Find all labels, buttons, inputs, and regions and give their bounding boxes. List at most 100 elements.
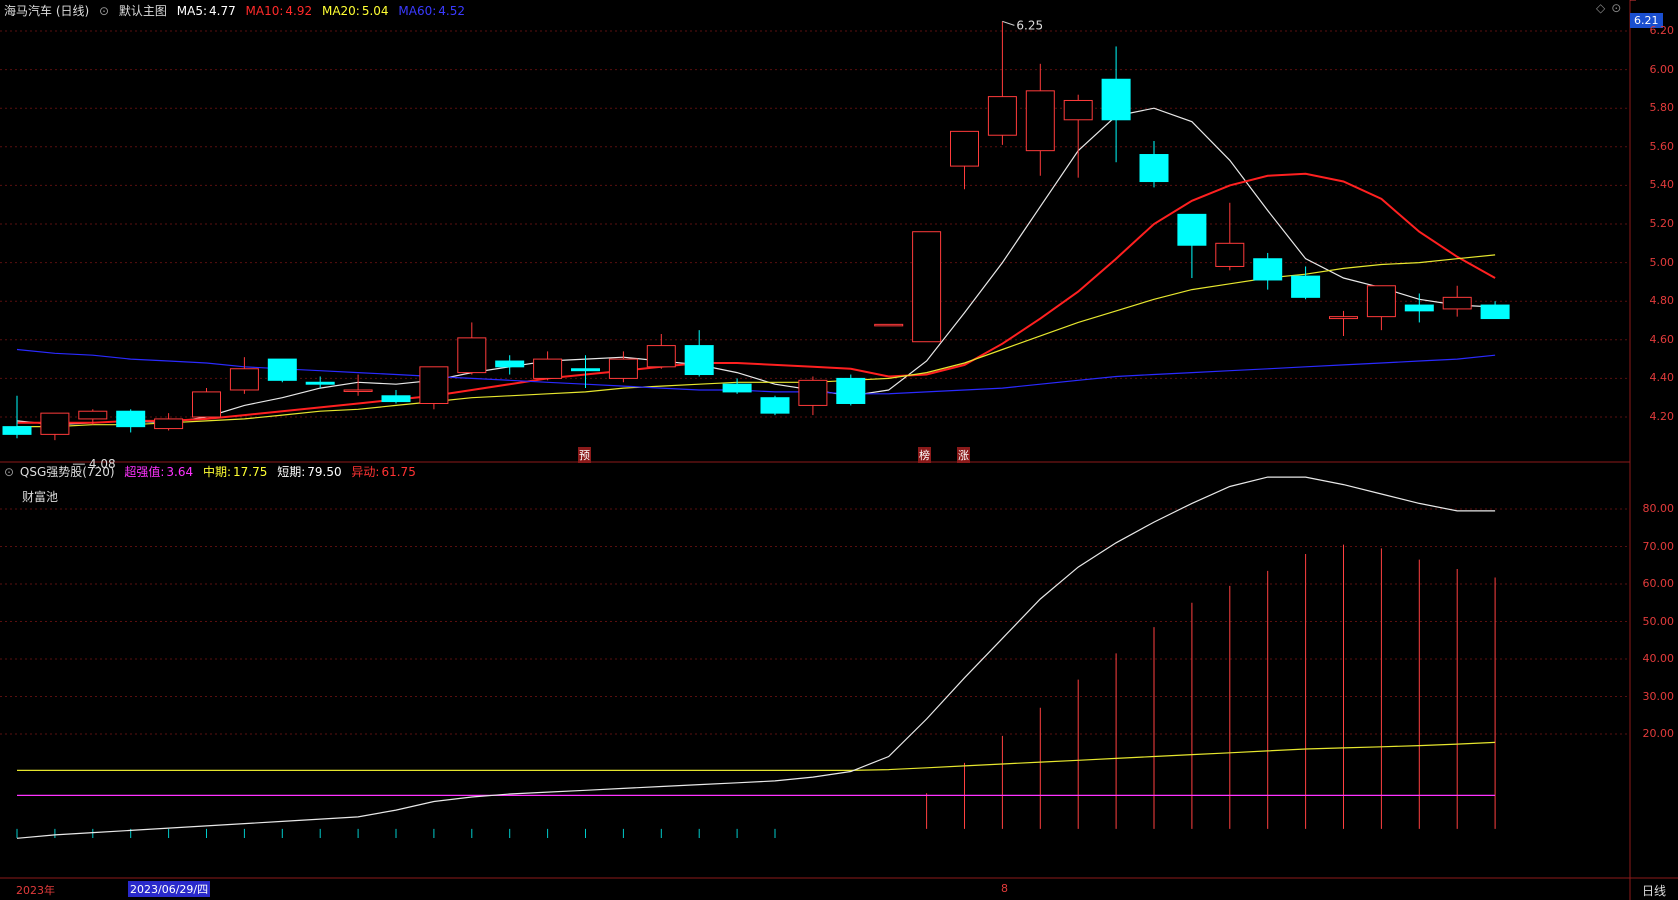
main-header: 海马汽车 (日线) ⊙ 默认主图 MA5: 4.77 MA10: 4.92 MA20… — [4, 2, 471, 19]
candle[interactable] — [229, 357, 259, 394]
candle-body — [1366, 285, 1396, 318]
abnormal-label: 异动: — [351, 465, 380, 479]
candle[interactable] — [1177, 213, 1207, 279]
price-tick: 4.20 — [1649, 410, 1675, 423]
indicator-line-1 — [17, 741, 1496, 772]
price-tick: 4.40 — [1649, 371, 1675, 385]
candle[interactable] — [1480, 301, 1510, 320]
indicator-tick: 40.00 — [1642, 652, 1675, 665]
candle[interactable] — [1329, 310, 1358, 336]
candle[interactable] — [836, 374, 866, 406]
candle-body — [987, 96, 1017, 136]
candle[interactable] — [1253, 252, 1283, 290]
ma60-label: MA60: — [398, 4, 437, 18]
ma20-line — [17, 254, 1496, 428]
price-grid — [0, 0, 1636, 418]
candle-body — [343, 389, 373, 392]
candle[interactable] — [912, 231, 942, 343]
indicator-menu-icon[interactable]: ⊙ — [4, 465, 14, 479]
candle[interactable] — [1442, 285, 1472, 317]
abnormal-bars — [16, 544, 1496, 838]
candle[interactable] — [457, 322, 487, 375]
candle[interactable] — [798, 376, 828, 416]
chart-menu-icon[interactable]: ⊙ — [99, 4, 109, 18]
candle[interactable] — [722, 378, 752, 394]
chart-menu-button[interactable]: 默认主图 — [119, 4, 167, 18]
candle[interactable] — [192, 388, 221, 418]
candle[interactable] — [381, 389, 411, 404]
indicator-name[interactable]: QSG强势股(720) — [20, 465, 115, 479]
candle-body — [1253, 258, 1283, 281]
short-term-label: 短期: — [277, 465, 306, 479]
candle-body — [722, 383, 752, 393]
price-tick: 6.20 — [1649, 24, 1675, 37]
ma5-value: 4.77 — [209, 4, 236, 18]
indicator-tick: 80.00 — [1642, 502, 1675, 515]
ma10-value: 4.92 — [285, 4, 313, 18]
super-strong-value: 3.64 — [166, 465, 194, 479]
candle[interactable] — [419, 366, 449, 410]
candle[interactable] — [40, 412, 70, 441]
price-tick: 6.00 — [1649, 62, 1675, 76]
candle-body — [40, 412, 70, 435]
candle[interactable] — [1101, 46, 1131, 163]
candle[interactable] — [950, 130, 979, 190]
price-tick: 5.40 — [1649, 178, 1675, 192]
candle-body — [154, 418, 184, 430]
price-tick: 4.80 — [1649, 294, 1675, 308]
candle[interactable] — [608, 351, 638, 383]
marker-ranking[interactable]: 榜 — [918, 447, 931, 463]
high-price-label: 6.25 — [1016, 18, 1043, 32]
ma20-value: 5.04 — [361, 4, 389, 18]
candle[interactable] — [116, 409, 146, 433]
candle[interactable] — [684, 330, 714, 377]
candle[interactable] — [533, 351, 563, 381]
chart-toolbar: ◇ ⊙ — [1596, 1, 1627, 15]
candle-body — [457, 337, 487, 374]
settings-icon[interactable]: ⊙ — [1611, 1, 1621, 15]
candle[interactable] — [760, 395, 790, 416]
candle[interactable] — [343, 374, 373, 396]
stock-name[interactable]: 海马汽车 (日线) — [4, 4, 89, 18]
candle-body — [1063, 99, 1093, 121]
high-pointer — [1002, 20, 1015, 26]
candle-body — [1480, 304, 1510, 320]
candle[interactable] — [1404, 293, 1434, 323]
month-label: 8 — [1001, 882, 1008, 895]
candle[interactable] — [1291, 266, 1321, 300]
period-button[interactable]: 日线 — [1642, 882, 1666, 899]
candle-body — [1177, 213, 1207, 246]
candle-body — [912, 231, 942, 343]
candle-body — [798, 379, 828, 406]
marker-forecast[interactable]: 预 — [578, 447, 591, 463]
candle[interactable] — [154, 413, 184, 431]
candle[interactable] — [1215, 202, 1245, 271]
candle-body — [571, 368, 600, 372]
candle-body — [836, 377, 866, 404]
marker-rise[interactable]: 涨 — [957, 447, 970, 463]
selected-date-label: 2023/06/29/四 — [128, 881, 211, 897]
candle[interactable] — [495, 355, 525, 375]
candle[interactable] — [646, 334, 676, 369]
price-tick: 5.20 — [1649, 217, 1675, 230]
indicator-tick: 60.00 — [1642, 577, 1675, 590]
candle-body — [229, 368, 259, 391]
candle-body — [950, 130, 979, 167]
chart-window[interactable]: 6.25 4.08 海马汽车 (日线) ⊙ 默认主图 MA5: 4.77 MA10:… — [0, 0, 1678, 900]
diamond-icon[interactable]: ◇ — [1596, 1, 1605, 15]
candle[interactable] — [874, 323, 904, 327]
price-tick: 5.00 — [1649, 255, 1675, 269]
candle[interactable] — [267, 358, 297, 383]
candle[interactable] — [1366, 285, 1396, 331]
year-label: 2023年 — [16, 884, 55, 897]
ma10-label: MA10: — [245, 4, 284, 18]
ma20-label: MA20: — [321, 4, 360, 18]
candle-body — [305, 381, 335, 385]
candle[interactable] — [1025, 63, 1055, 176]
candle[interactable] — [987, 21, 1017, 145]
mid-term-value: 17.75 — [233, 465, 268, 479]
candlestick-chart[interactable]: 6.254.08 — [0, 0, 1678, 900]
candle[interactable] — [1139, 141, 1169, 188]
candle-body — [116, 410, 146, 428]
indicator-header: ⊙ QSG强势股(720) 超强值: 3.64 中期: 17.75 短期: 79.50… — [4, 463, 422, 480]
